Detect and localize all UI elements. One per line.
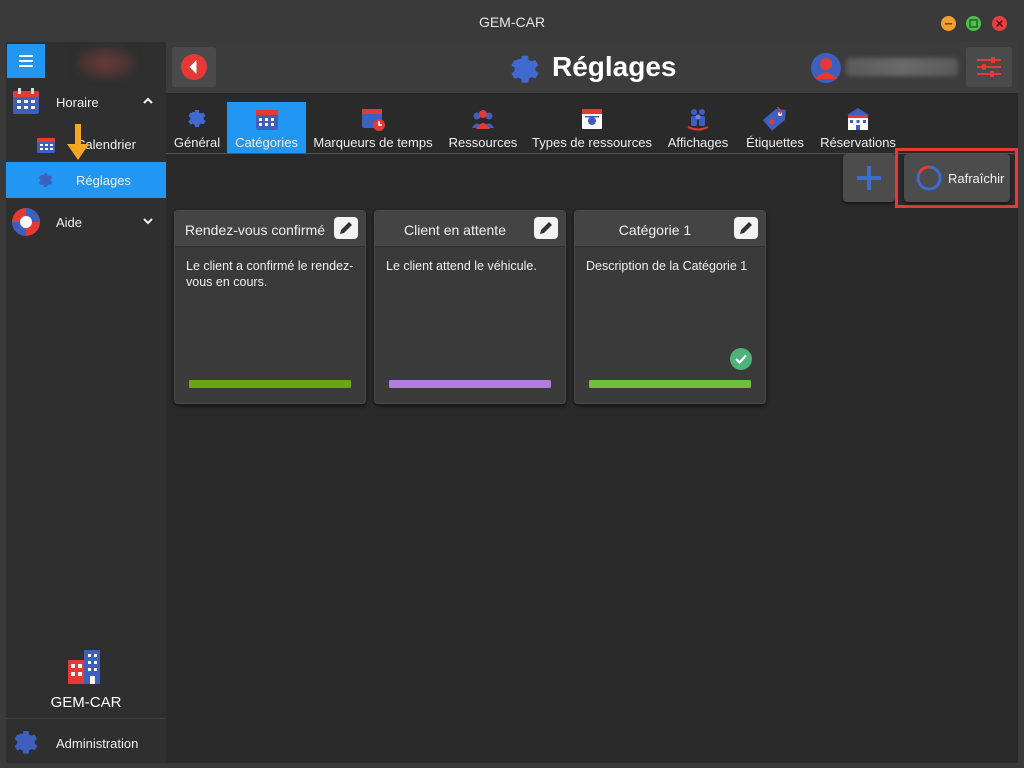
- default-check-icon: [730, 348, 752, 370]
- tab-label: Étiquettes: [746, 135, 804, 150]
- arrow-down-icon: [67, 124, 89, 160]
- main-content: Général Catégories Marqueurs de temps Re…: [166, 94, 1018, 763]
- tab-label: Catégories: [235, 135, 298, 150]
- tab-marqueurs-de-temps[interactable]: Marqueurs de temps: [309, 102, 437, 153]
- maximize-button[interactable]: [966, 16, 981, 31]
- sidebar-section-aide[interactable]: Aide: [6, 202, 166, 242]
- tag-icon: [763, 107, 786, 131]
- tab-label: Types de ressources: [532, 135, 652, 150]
- pencil-icon: [540, 222, 552, 234]
- tab-label: Ressources: [448, 135, 518, 150]
- building-logo-icon: [68, 650, 100, 684]
- sidebar-section-label: Aide: [56, 215, 83, 230]
- back-arrow-icon: [181, 54, 207, 80]
- user-profile[interactable]: [810, 50, 960, 84]
- tab-general[interactable]: Général: [168, 102, 226, 153]
- chevron-up-icon: [143, 97, 153, 104]
- color-bar: [389, 380, 551, 388]
- company-logo: [76, 46, 136, 80]
- app-window: GEM-CAR Horaire Calendrier Réglages Aide…: [0, 0, 1024, 768]
- sidebar-item-reglages[interactable]: Réglages: [6, 162, 166, 198]
- sidebar: Horaire Calendrier Réglages Aide GEM-CAR…: [6, 42, 166, 763]
- edit-button[interactable]: [534, 217, 558, 239]
- pencil-icon: [340, 222, 352, 234]
- tab-bar: Général Catégories Marqueurs de temps Re…: [166, 102, 1018, 154]
- card-description: Le client attend le véhicule.: [386, 259, 537, 273]
- tab-label: Général: [173, 135, 221, 150]
- tab-label: Réservations: [820, 135, 896, 150]
- add-category-button[interactable]: [843, 154, 895, 202]
- gear-icon: [14, 731, 38, 754]
- plus-icon: [857, 166, 881, 190]
- lifebuoy-icon: [12, 208, 40, 236]
- hamburger-menu-button[interactable]: [7, 44, 45, 78]
- refresh-label: Rafraîchir: [948, 171, 1005, 186]
- sliders-icon: [977, 57, 1001, 77]
- preferences-button[interactable]: [966, 47, 1012, 87]
- window-title: GEM-CAR: [478, 14, 546, 30]
- title-bar: GEM-CAR: [0, 0, 1024, 42]
- category-card[interactable]: Rendez-vous confirmé Le client a confirm…: [174, 210, 366, 404]
- administration-label: Administration: [56, 736, 139, 751]
- card-header: Rendez-vous confirmé: [175, 211, 365, 247]
- page-title-text: Réglages: [552, 51, 677, 82]
- tab-types-de-ressources[interactable]: Types de ressources: [530, 102, 654, 153]
- people-icon: [472, 110, 494, 129]
- sidebar-section-label: Horaire: [56, 95, 99, 110]
- refresh-button[interactable]: Rafraîchir: [904, 154, 1010, 202]
- refresh-icon: [916, 165, 942, 191]
- sidebar-item-label: Réglages: [76, 173, 131, 188]
- calendar-icon: [13, 88, 39, 114]
- card-description: Description de la Catégorie 1: [586, 259, 748, 273]
- building-icon: [847, 108, 869, 130]
- tab-label: Affichages: [667, 135, 729, 150]
- page-header: Réglages: [166, 42, 1018, 94]
- edit-button[interactable]: [334, 217, 358, 239]
- sidebar-item-administration[interactable]: Administration: [6, 718, 166, 763]
- tab-categories[interactable]: Catégories: [227, 102, 306, 153]
- close-button[interactable]: [992, 16, 1007, 31]
- brand-logo: [6, 646, 166, 691]
- category-card[interactable]: Client en attente Le client attend le vé…: [374, 210, 566, 404]
- card-title: Catégorie 1: [618, 222, 692, 238]
- minimize-button[interactable]: [941, 16, 956, 31]
- card-header: Catégorie 1: [575, 211, 765, 247]
- tab-ressources[interactable]: Ressources: [444, 102, 522, 153]
- category-card[interactable]: Catégorie 1 Description de la Catégorie …: [574, 210, 766, 404]
- card-title: Client en attente: [404, 222, 506, 238]
- back-button[interactable]: [172, 47, 216, 87]
- card-header: Client en attente: [375, 211, 565, 247]
- edit-button[interactable]: [734, 217, 758, 239]
- sidebar-section-horaire[interactable]: Horaire: [6, 82, 166, 122]
- pencil-icon: [740, 222, 752, 234]
- gear-icon: [511, 55, 539, 83]
- tab-label: Marqueurs de temps: [313, 135, 433, 150]
- tab-affichages[interactable]: Affichages: [664, 102, 732, 153]
- chevron-down-icon: [143, 218, 153, 225]
- card-description: Le client a confirmé le rendez-vous en c…: [186, 259, 354, 289]
- card-title: Rendez-vous confirmé: [184, 222, 326, 238]
- calendar-small-icon: [37, 138, 55, 153]
- gear-icon: [38, 173, 53, 187]
- color-bar: [589, 380, 751, 388]
- gear-icon: [188, 110, 206, 127]
- calendar-grid-icon: [255, 110, 278, 130]
- calendar-clock-icon: [362, 109, 385, 131]
- color-bar: [189, 380, 351, 388]
- group-icon: [687, 109, 709, 131]
- tab-etiquettes[interactable]: Étiquettes: [741, 102, 809, 153]
- brand-name: GEM-CAR: [50, 694, 122, 711]
- id-card-icon: [582, 109, 602, 129]
- user-name: [846, 58, 958, 76]
- tab-reservations[interactable]: Réservations: [817, 102, 899, 153]
- avatar-icon: [811, 53, 841, 83]
